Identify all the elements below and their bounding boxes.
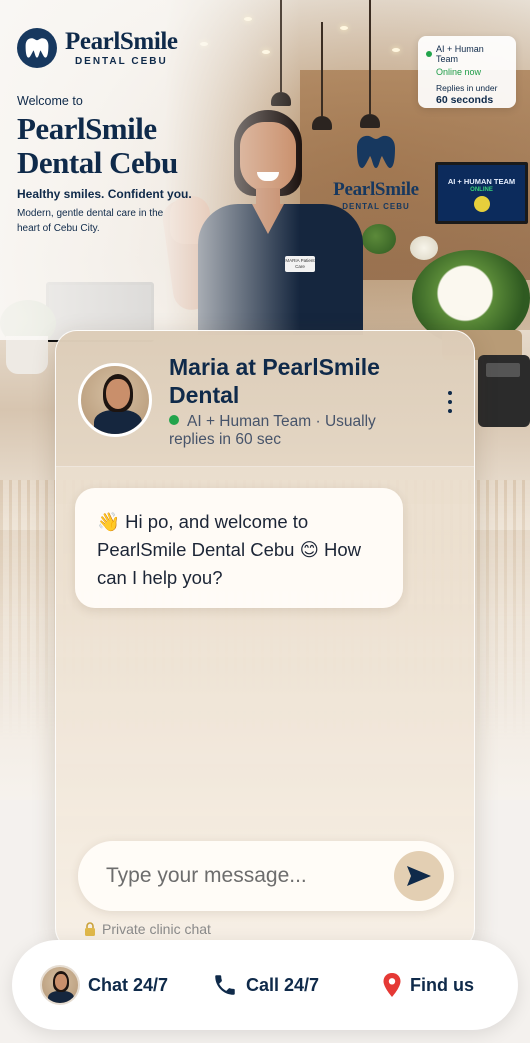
chat-header: Maria at PearlSmile Dental AI + Human Te… — [56, 331, 474, 467]
chat-agent-name: Maria at PearlSmile Dental — [169, 354, 380, 408]
brand-logo[interactable]: PearlSmile DENTAL CEBU — [17, 28, 178, 68]
send-icon — [407, 866, 431, 886]
pendant-lamp — [360, 0, 380, 128]
smiley-icon — [473, 196, 490, 212]
lock-icon — [85, 922, 95, 936]
payment-terminal — [478, 355, 530, 427]
chat-status: AI + Human Team · Usually replies in 60 … — [169, 413, 409, 449]
flower-bouquet — [410, 236, 438, 260]
agent-message-bubble: 👋 Hi po, and welcome to PearlSmile Denta… — [75, 488, 403, 608]
tv-title: AI + HUMAN TEAM — [447, 177, 516, 186]
private-chat-label: Private clinic chat — [102, 921, 211, 937]
message-input[interactable] — [106, 860, 376, 892]
team-status-card: AI + Human Team Online now Replies in un… — [418, 36, 516, 108]
hero-tagline: Healthy smiles. Confident you. — [17, 187, 192, 201]
find-us-nav-label: Find us — [410, 974, 474, 995]
chat-nav-label: Chat 24/7 — [88, 974, 169, 995]
welcome-label: Welcome to — [17, 94, 83, 108]
ceiling-light — [392, 48, 400, 52]
status-reply-time: 60 seconds — [436, 94, 494, 106]
brand-name: PearlSmile — [65, 28, 178, 55]
pendant-lamp — [312, 22, 332, 130]
chat-widget: Maria at PearlSmile Dental AI + Human Te… — [55, 330, 475, 950]
call-nav-label: Call 24/7 — [246, 974, 320, 995]
call-nav-button[interactable]: Call 24/7 — [212, 940, 319, 1030]
agent-message-text: 👋 Hi po, and welcome to PearlSmile Denta… — [97, 511, 362, 588]
plant-pot — [6, 336, 48, 374]
avatar-face — [106, 379, 130, 409]
chat-status-text: AI + Human Team · Usually replies in 60 … — [169, 413, 376, 448]
wall-tv-screen: AI + HUMAN TEAM ONLINE — [435, 162, 528, 224]
status-online-label: Online now — [436, 67, 482, 77]
agent-avatar[interactable] — [78, 363, 152, 437]
avatar-body — [94, 410, 142, 434]
online-dot-icon — [169, 415, 179, 425]
send-button[interactable] — [394, 851, 444, 901]
tooth-icon — [17, 28, 57, 68]
status-team-label: AI + Human Team — [435, 44, 484, 64]
private-chat-note: Private clinic chat — [84, 921, 211, 937]
ceiling-light — [340, 26, 348, 30]
bottom-nav: Chat 24/7 Call 24/7 Find us — [12, 940, 518, 1030]
online-dot-icon — [426, 51, 432, 57]
more-vertical-icon[interactable] — [440, 387, 460, 417]
phone-icon — [212, 972, 238, 998]
find-us-nav-button[interactable]: Find us — [382, 940, 474, 1030]
hero-subtagline: Modern, gentle dental care in the heart … — [17, 208, 164, 234]
agent-avatar-small — [40, 965, 80, 1005]
tv-online-label: ONLINE — [470, 187, 493, 193]
chat-nav-button[interactable]: Chat 24/7 — [40, 940, 168, 1030]
map-pin-icon — [382, 972, 402, 998]
status-replies-label: Replies in under — [436, 83, 498, 93]
brand-subtitle: DENTAL CEBU — [74, 56, 168, 67]
hero-title: PearlSmile Dental Cebu — [17, 111, 178, 180]
message-composer — [78, 841, 454, 911]
